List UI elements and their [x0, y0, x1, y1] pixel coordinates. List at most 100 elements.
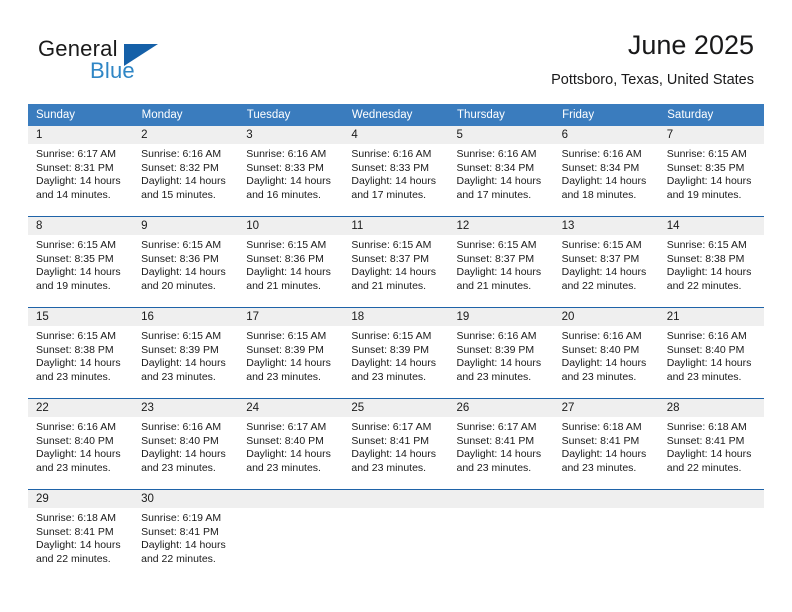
day-cell-inner: 6 Sunrise: 6:16 AM Sunset: 8:34 PM Daylight…: [553, 126, 659, 216]
calendar-day-cell[interactable]: 4 Sunrise: 6:16 AM Sunset: 8:33 PM Daylight…: [343, 126, 449, 217]
daylight-text-line2: and 21 minutes.: [456, 279, 532, 292]
location-subtitle: Pottsboro, Texas, United States: [551, 72, 754, 88]
day-cell-details: Sunrise: 6:16 AM Sunset: 8:32 PM Daylight:…: [133, 144, 238, 202]
daylight-text-line2: and 23 minutes.: [351, 461, 427, 474]
calendar-day-cell[interactable]: 22 Sunrise: 6:16 AM Sunset: 8:40 PM Dayligh…: [28, 398, 134, 490]
day-number: 25: [343, 399, 449, 417]
day-number: 15: [28, 308, 134, 326]
day-cell-details: Sunrise: 6:16 AM Sunset: 8:40 PM Daylight:…: [28, 417, 133, 475]
day-cell-inner: 25 Sunrise: 6:17 AM Sunset: 8:41 PM Dayligh…: [343, 399, 449, 489]
daylight-text-line1: Daylight: 14 hours: [36, 266, 121, 279]
daylight-text-line2: and 15 minutes.: [141, 188, 216, 201]
day-cell-details: Sunrise: 6:16 AM Sunset: 8:33 PM Daylight:…: [238, 144, 343, 202]
calendar-day-cell[interactable]: 24 Sunrise: 6:17 AM Sunset: 8:40 PM Dayligh…: [238, 398, 344, 490]
calendar-day-cell[interactable]: 29 Sunrise: 6:18 AM Sunset: 8:41 PM Dayligh…: [28, 489, 134, 580]
daylight-text-line1: Daylight: 14 hours: [456, 175, 542, 188]
daylight-text-line2: and 19 minutes.: [36, 279, 111, 292]
sunset-text: Sunset: 8:39 PM: [351, 343, 430, 356]
calendar-day-cell[interactable]: 3 Sunrise: 6:16 AM Sunset: 8:33 PM Daylight…: [238, 126, 344, 217]
day-number: 3: [238, 126, 344, 144]
page-header: General Blue June 2025 Pottsboro, Texas,…: [0, 0, 792, 104]
sunset-text: Sunset: 8:34 PM: [561, 161, 640, 174]
day-cell-inner: [448, 490, 554, 580]
calendar-day-cell[interactable]: 13 Sunrise: 6:15 AM Sunset: 8:37 PM Dayligh…: [553, 216, 659, 308]
sunset-text: Sunset: 8:39 PM: [246, 343, 324, 356]
calendar-day-cell[interactable]: 28 Sunrise: 6:18 AM Sunset: 8:41 PM Dayligh…: [658, 398, 764, 490]
sunset-text: Sunset: 8:40 PM: [141, 434, 219, 447]
sunset-text: Sunset: 8:34 PM: [456, 161, 535, 174]
day-cell-inner: 22 Sunrise: 6:16 AM Sunset: 8:40 PM Dayligh…: [28, 399, 134, 489]
calendar-week-row: 1 Sunrise: 6:17 AM Sunset: 8:31 PM Daylight…: [28, 126, 764, 217]
sunrise-text: Sunrise: 6:16 AM: [561, 148, 642, 160]
calendar-day-cell[interactable]: 14 Sunrise: 6:15 AM Sunset: 8:38 PM Dayligh…: [658, 216, 764, 308]
daylight-text-line2: and 22 minutes.: [666, 461, 742, 474]
calendar-day-cell[interactable]: 2 Sunrise: 6:16 AM Sunset: 8:32 PM Daylight…: [133, 126, 239, 217]
daylight-text-line2: and 23 minutes.: [36, 461, 111, 474]
day-number: 12: [448, 217, 554, 235]
day-cell-details: Sunrise: 6:15 AM Sunset: 8:39 PM Daylight:…: [238, 326, 343, 384]
calendar-day-cell[interactable]: 17 Sunrise: 6:15 AM Sunset: 8:39 PM Dayligh…: [238, 307, 344, 399]
day-cell-details: [659, 508, 764, 512]
sunset-text: Sunset: 8:37 PM: [351, 252, 430, 265]
sunrise-text: Sunrise: 6:16 AM: [36, 421, 116, 433]
daylight-text-line2: and 22 minutes.: [666, 279, 742, 292]
sunset-text: Sunset: 8:41 PM: [141, 525, 219, 538]
calendar-grid: Sunday Monday Tuesday Wednesday Thursday Frid…: [28, 104, 765, 580]
day-cell-details: Sunrise: 6:17 AM Sunset: 8:41 PM Daylight:…: [449, 417, 554, 475]
brand-logo[interactable]: General Blue: [38, 36, 268, 88]
day-cell-inner: 15 Sunrise: 6:15 AM Sunset: 8:38 PM Dayligh…: [28, 308, 134, 398]
day-number: 19: [448, 308, 554, 326]
calendar-day-cell[interactable]: 23 Sunrise: 6:16 AM Sunset: 8:40 PM Dayligh…: [133, 398, 239, 490]
day-number: [343, 490, 449, 508]
sunset-text: Sunset: 8:39 PM: [456, 343, 535, 356]
day-number: 6: [553, 126, 659, 144]
sunset-text: Sunset: 8:41 PM: [561, 434, 640, 447]
day-cell-inner: 14 Sunrise: 6:15 AM Sunset: 8:38 PM Dayligh…: [658, 217, 764, 307]
calendar-day-cell[interactable]: 11 Sunrise: 6:15 AM Sunset: 8:37 PM Dayligh…: [343, 216, 449, 308]
daylight-text-line1: Daylight: 14 hours: [456, 357, 542, 370]
day-number: 28: [658, 399, 764, 417]
calendar-day-cell[interactable]: 1 Sunrise: 6:17 AM Sunset: 8:31 PM Daylight…: [28, 126, 134, 217]
sunrise-text: Sunrise: 6:17 AM: [351, 421, 432, 433]
day-number: 1: [28, 126, 134, 144]
calendar-day-cell[interactable]: 9 Sunrise: 6:15 AM Sunset: 8:36 PM Daylight…: [133, 216, 239, 308]
day-cell-inner: 3 Sunrise: 6:16 AM Sunset: 8:33 PM Daylight…: [238, 126, 344, 216]
calendar-day-cell[interactable]: 26 Sunrise: 6:17 AM Sunset: 8:41 PM Dayligh…: [448, 398, 554, 490]
calendar-day-cell[interactable]: 16 Sunrise: 6:15 AM Sunset: 8:39 PM Dayligh…: [133, 307, 239, 399]
daylight-text-line1: Daylight: 14 hours: [246, 175, 331, 188]
calendar-day-cell[interactable]: 5 Sunrise: 6:16 AM Sunset: 8:34 PM Daylight…: [448, 126, 554, 217]
calendar-day-cell[interactable]: 12 Sunrise: 6:15 AM Sunset: 8:37 PM Dayligh…: [448, 216, 554, 308]
day-cell-details: Sunrise: 6:16 AM Sunset: 8:33 PM Daylight:…: [343, 144, 448, 202]
calendar-week-row: 29 Sunrise: 6:18 AM Sunset: 8:41 PM Dayligh…: [28, 489, 764, 580]
daylight-text-line2: and 23 minutes.: [246, 370, 321, 383]
calendar-day-cell[interactable]: 7 Sunrise: 6:15 AM Sunset: 8:35 PM Daylight…: [658, 126, 764, 217]
day-cell-inner: 17 Sunrise: 6:15 AM Sunset: 8:39 PM Dayligh…: [238, 308, 344, 398]
calendar-day-cell[interactable]: 27 Sunrise: 6:18 AM Sunset: 8:41 PM Dayligh…: [553, 398, 659, 490]
calendar-day-cell[interactable]: 18 Sunrise: 6:15 AM Sunset: 8:39 PM Dayligh…: [343, 307, 449, 399]
daylight-text-line1: Daylight: 14 hours: [666, 175, 752, 188]
calendar-day-cell[interactable]: 6 Sunrise: 6:16 AM Sunset: 8:34 PM Daylight…: [553, 126, 659, 217]
daylight-text-line1: Daylight: 14 hours: [561, 266, 647, 279]
calendar-day-cell[interactable]: 30 Sunrise: 6:19 AM Sunset: 8:41 PM Dayligh…: [133, 489, 239, 580]
day-cell-details: Sunrise: 6:16 AM Sunset: 8:40 PM Daylight:…: [659, 326, 764, 384]
sunset-text: Sunset: 8:41 PM: [36, 525, 114, 538]
calendar-day-cell[interactable]: 20 Sunrise: 6:16 AM Sunset: 8:40 PM Dayligh…: [553, 307, 659, 399]
sunset-text: Sunset: 8:41 PM: [666, 434, 745, 447]
daylight-text-line1: Daylight: 14 hours: [456, 266, 542, 279]
calendar-day-cell[interactable]: 25 Sunrise: 6:17 AM Sunset: 8:41 PM Dayligh…: [343, 398, 449, 490]
calendar-day-cell[interactable]: 8 Sunrise: 6:15 AM Sunset: 8:35 PM Daylight…: [28, 216, 134, 308]
calendar-day-cell[interactable]: 21 Sunrise: 6:16 AM Sunset: 8:40 PM Dayligh…: [658, 307, 764, 399]
day-cell-details: Sunrise: 6:15 AM Sunset: 8:36 PM Daylight:…: [238, 235, 343, 293]
calendar-day-cell[interactable]: 19 Sunrise: 6:16 AM Sunset: 8:39 PM Dayligh…: [448, 307, 554, 399]
day-number: 4: [343, 126, 449, 144]
calendar-day-cell[interactable]: 15 Sunrise: 6:15 AM Sunset: 8:38 PM Dayligh…: [28, 307, 134, 399]
sunrise-text: Sunrise: 6:18 AM: [561, 421, 642, 433]
day-cell-inner: 16 Sunrise: 6:15 AM Sunset: 8:39 PM Dayligh…: [133, 308, 239, 398]
calendar-day-cell-empty: [448, 489, 554, 580]
day-number: 7: [658, 126, 764, 144]
day-number: 11: [343, 217, 449, 235]
daylight-text-line1: Daylight: 14 hours: [141, 539, 226, 552]
daylight-text-line1: Daylight: 14 hours: [561, 175, 647, 188]
calendar-day-cell[interactable]: 10 Sunrise: 6:15 AM Sunset: 8:36 PM Dayligh…: [238, 216, 344, 308]
daylight-text-line1: Daylight: 14 hours: [666, 266, 752, 279]
